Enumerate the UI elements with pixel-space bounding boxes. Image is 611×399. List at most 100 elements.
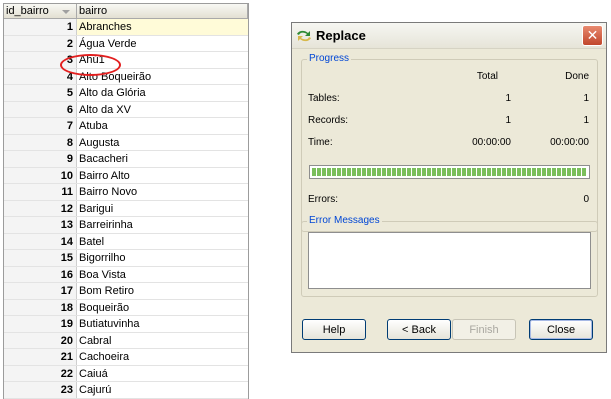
progress-segment	[457, 168, 461, 176]
sort-arrow-icon[interactable]	[62, 10, 70, 14]
cell-id-bairro[interactable]: 12	[4, 200, 77, 216]
table-row[interactable]: 9 Bacacheri	[4, 151, 248, 168]
table-row[interactable]: 18 Boqueirão	[4, 299, 248, 316]
table-row[interactable]: 16 Boa Vista	[4, 266, 248, 283]
tables-done: 1	[583, 93, 589, 104]
cell-bairro[interactable]: Cachoeira	[77, 349, 248, 365]
progress-segment	[442, 168, 446, 176]
cell-bairro[interactable]: Cajurú	[77, 382, 248, 398]
progress-segment	[362, 168, 366, 176]
cell-id-bairro[interactable]: 10	[4, 167, 77, 183]
cell-id-bairro[interactable]: 20	[4, 332, 77, 348]
progress-segment	[562, 168, 566, 176]
table-row[interactable]: 2 Água Verde	[4, 35, 248, 52]
table-row[interactable]: 5 Alto da Glória	[4, 85, 248, 102]
cell-bairro[interactable]: Atuba	[77, 118, 248, 134]
table-row[interactable]: 22 Caiuá	[4, 365, 248, 382]
cell-id-bairro[interactable]: 21	[4, 349, 77, 365]
progress-segment	[322, 168, 326, 176]
table-row[interactable]: 4 Alto Boqueirão	[4, 68, 248, 85]
done-column-header: Done	[565, 71, 589, 82]
cell-bairro[interactable]: Boqueirão	[77, 300, 248, 316]
table-row[interactable]: 11 Bairro Novo	[4, 184, 248, 201]
column-header-bairro[interactable]: bairro	[77, 4, 248, 18]
progress-segment	[332, 168, 336, 176]
cell-id-bairro[interactable]: 22	[4, 365, 77, 381]
records-label: Records:	[308, 115, 349, 126]
back-button[interactable]: < Back	[387, 319, 451, 340]
table-row[interactable]: 20 Cabral	[4, 332, 248, 349]
table-row[interactable]: 1 Abranches	[4, 19, 248, 36]
cell-bairro[interactable]: Cabral	[77, 333, 248, 349]
cell-bairro[interactable]: Batel	[77, 234, 248, 250]
table-row[interactable]: 13 Barreirinha	[4, 217, 248, 234]
table-row[interactable]: 7 Atuba	[4, 118, 248, 135]
table-row[interactable]: 21 Cachoeira	[4, 349, 248, 366]
column-header-id-bairro[interactable]: id_bairro	[4, 4, 77, 18]
cell-id-bairro[interactable]: 7	[4, 118, 77, 134]
cell-id-bairro[interactable]: 14	[4, 233, 77, 249]
cell-bairro[interactable]: Boa Vista	[77, 267, 248, 283]
total-column-header: Total	[476, 71, 498, 82]
records-total: 1	[505, 115, 511, 126]
progress-segment	[417, 168, 421, 176]
cell-bairro[interactable]: Augusta	[77, 135, 248, 151]
cell-bairro[interactable]: Bigorrilho	[77, 250, 248, 266]
cell-bairro[interactable]: Abranches	[77, 19, 248, 35]
finish-button-label: Finish	[469, 323, 499, 336]
cell-id-bairro[interactable]: 19	[4, 316, 77, 332]
progress-segment	[312, 168, 316, 176]
help-button[interactable]: Help	[302, 319, 366, 340]
table-row[interactable]: 15 Bigorrilho	[4, 250, 248, 267]
progress-segment	[387, 168, 391, 176]
table-row[interactable]: 10 Bairro Alto	[4, 167, 248, 184]
cell-bairro[interactable]: Alto da XV	[77, 102, 248, 118]
highlight-circle	[60, 54, 121, 76]
progress-segment	[482, 168, 486, 176]
progress-segment	[342, 168, 346, 176]
cell-bairro[interactable]: Caiuá	[77, 366, 248, 382]
table-row[interactable]: 8 Augusta	[4, 134, 248, 151]
table-row[interactable]: 12 Barigui	[4, 200, 248, 217]
cell-id-bairro[interactable]: 2	[4, 35, 77, 51]
cell-bairro[interactable]: Bairro Alto	[77, 168, 248, 184]
progress-segment	[317, 168, 321, 176]
cell-bairro[interactable]: Alto da Glória	[77, 85, 248, 101]
table-row[interactable]: 17 Bom Retiro	[4, 283, 248, 300]
cell-bairro[interactable]: Barreirinha	[77, 217, 248, 233]
close-button[interactable]: Close	[529, 319, 593, 340]
progress-group: Progress Total Done Tables: 1 1 Records:…	[301, 53, 598, 232]
progress-segment	[367, 168, 371, 176]
cell-bairro[interactable]: Água Verde	[77, 36, 248, 52]
cell-bairro[interactable]: Bom Retiro	[77, 283, 248, 299]
progress-segment	[477, 168, 481, 176]
table-row[interactable]: 14 Batel	[4, 233, 248, 250]
progress-segment	[517, 168, 521, 176]
error-messages-list[interactable]	[308, 232, 591, 289]
close-icon[interactable]: ✕	[582, 25, 603, 46]
cell-id-bairro[interactable]: 6	[4, 101, 77, 117]
cell-id-bairro[interactable]: 1	[4, 19, 77, 35]
progress-segment	[447, 168, 451, 176]
table-row[interactable]: 6 Alto da XV	[4, 101, 248, 118]
cell-id-bairro[interactable]: 5	[4, 85, 77, 101]
table-row[interactable]: 23 Cajurú	[4, 382, 248, 399]
table-row[interactable]: 3 Ahú1	[4, 52, 248, 69]
cell-id-bairro[interactable]: 17	[4, 283, 77, 299]
cell-id-bairro[interactable]: 9	[4, 151, 77, 167]
cell-id-bairro[interactable]: 15	[4, 250, 77, 266]
cell-bairro[interactable]: Barigui	[77, 201, 248, 217]
finish-button[interactable]: Finish	[452, 319, 516, 340]
progress-segment	[487, 168, 491, 176]
cell-id-bairro[interactable]: 8	[4, 134, 77, 150]
cell-bairro[interactable]: Bacacheri	[77, 151, 248, 167]
cell-id-bairro[interactable]: 13	[4, 217, 77, 233]
table-row[interactable]: 19 Butiatuvinha	[4, 316, 248, 333]
cell-id-bairro[interactable]: 23	[4, 382, 77, 398]
cell-id-bairro[interactable]: 11	[4, 184, 77, 200]
cell-id-bairro[interactable]: 18	[4, 299, 77, 315]
cell-bairro[interactable]: Bairro Novo	[77, 184, 248, 200]
dialog-titlebar[interactable]: Replace ✕	[292, 23, 606, 49]
cell-id-bairro[interactable]: 16	[4, 266, 77, 282]
cell-bairro[interactable]: Butiatuvinha	[77, 316, 248, 332]
